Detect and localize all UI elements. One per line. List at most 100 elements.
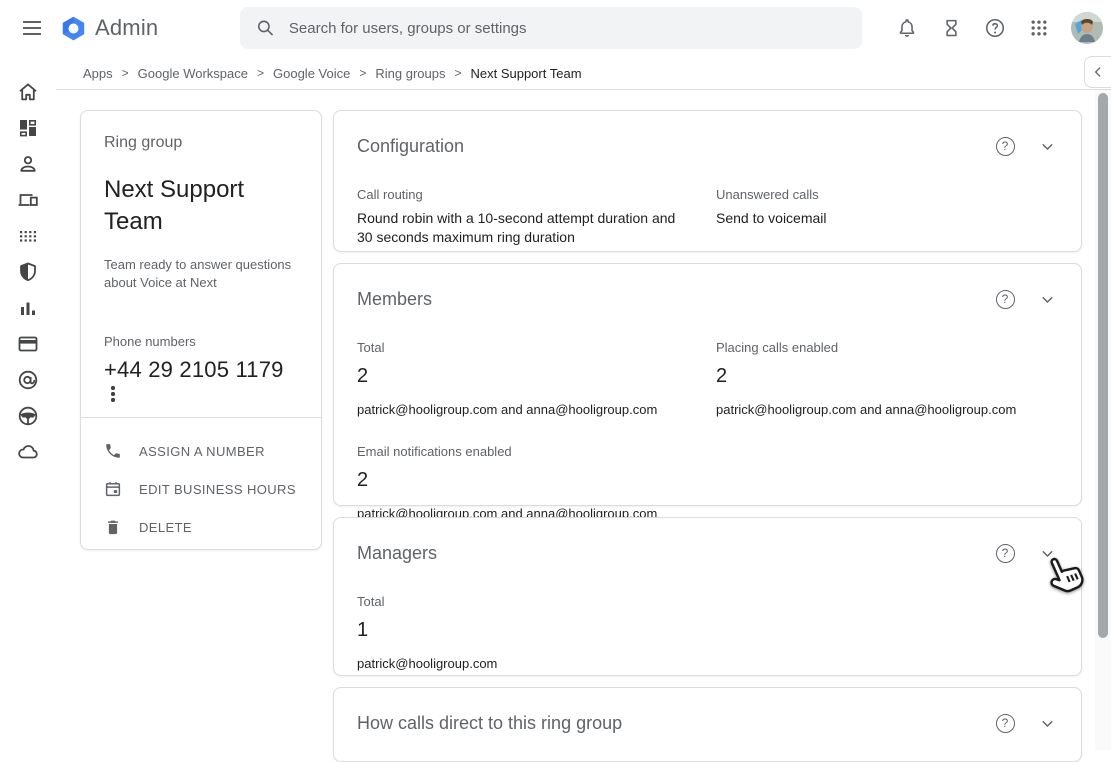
field-label: Total (357, 339, 716, 356)
field-placing-calls-enabled: Placing calls enabled 2 patrick@hooligro… (716, 339, 1058, 417)
managers-card-title: Managers (357, 543, 991, 564)
phone-icon (104, 442, 122, 460)
kebab-dot (111, 386, 114, 389)
apps-dots-icon (16, 224, 40, 248)
phone-number-value: +44 29 2105 1179 (104, 357, 298, 383)
bar-chart-icon (16, 296, 40, 320)
hamburger-icon (23, 21, 41, 35)
notifications-button[interactable] (889, 10, 925, 46)
steering-wheel-icon (16, 404, 40, 428)
field-detail: patrick@hooligroup.com (357, 656, 716, 671)
left-nav-rail (0, 56, 56, 750)
field-value: Send to voicemail (716, 209, 1046, 228)
trash-icon (104, 518, 122, 536)
members-card-title: Members (357, 289, 991, 310)
dashboard-icon (16, 116, 40, 140)
sidebar-item-devices[interactable] (8, 182, 48, 218)
scrollbar-thumb[interactable] (1098, 93, 1108, 638)
chevron-down-icon (1039, 138, 1056, 155)
global-search-bar[interactable] (240, 7, 862, 49)
calendar-icon (104, 480, 122, 498)
field-unanswered-calls: Unanswered calls Send to voicemail (716, 186, 1058, 247)
bell-icon (896, 17, 918, 39)
delete-button[interactable]: DELETE (104, 508, 298, 546)
sidebar-item-dashboard[interactable] (8, 110, 48, 146)
scrollbar-track[interactable] (1095, 90, 1111, 750)
ring-group-actions: ASSIGN A NUMBER EDIT BUSINESS HOURS DELE… (81, 417, 321, 546)
top-app-bar: Admin (0, 0, 1111, 56)
help-icon: ? (996, 544, 1015, 563)
google-apps-launcher-button[interactable] (1021, 10, 1057, 46)
breadcrumb-item-apps[interactable]: Apps (83, 66, 113, 81)
devices-icon (16, 188, 40, 212)
home-icon (16, 80, 40, 104)
members-collapse-button[interactable] (1033, 285, 1061, 313)
help-icon: ? (996, 137, 1015, 156)
field-count: 2 (716, 365, 1058, 388)
google-admin-logo-icon (60, 15, 87, 42)
chevron-down-icon (1039, 291, 1056, 308)
phone-number-more-options-button[interactable] (105, 385, 121, 403)
field-label: Unanswered calls (716, 186, 1058, 203)
search-icon (256, 18, 275, 38)
field-label: Placing calls enabled (716, 339, 1058, 356)
members-help-button[interactable]: ? (991, 285, 1019, 313)
field-call-routing: Call routing Round robin with a 10-secon… (357, 186, 716, 247)
help-icon: ? (996, 290, 1015, 309)
search-input[interactable] (289, 20, 846, 37)
sidebar-item-directory[interactable] (8, 146, 48, 182)
managers-help-button[interactable]: ? (991, 539, 1019, 567)
ring-group-description: Team ready to answer questions about Voi… (104, 256, 298, 292)
sidebar-item-security[interactable] (8, 254, 48, 290)
edit-business-hours-button[interactable]: EDIT BUSINESS HOURS (104, 470, 298, 508)
field-label: Email notifications enabled (357, 443, 716, 460)
collapse-panel-button[interactable] (1084, 56, 1111, 88)
apps-grid-icon (1029, 18, 1049, 38)
assign-number-button[interactable]: ASSIGN A NUMBER (104, 432, 298, 470)
ring-group-summary-card: Ring group Next Support Team Team ready … (80, 110, 322, 550)
sidebar-item-reporting[interactable] (8, 290, 48, 326)
sidebar-item-home[interactable] (8, 74, 48, 110)
breadcrumb-separator: > (257, 66, 264, 80)
edit-business-hours-label: EDIT BUSINESS HOURS (139, 482, 296, 497)
header-divider (56, 89, 1111, 90)
configuration-collapse-button[interactable] (1033, 132, 1061, 160)
managers-collapse-button[interactable] (1033, 539, 1061, 567)
breadcrumb-separator: > (359, 66, 366, 80)
at-sign-icon (16, 368, 40, 392)
configuration-card-title: Configuration (357, 136, 991, 157)
field-detail: patrick@hooligroup.com and anna@hooligro… (716, 402, 1058, 417)
phone-numbers-label: Phone numbers (104, 334, 298, 349)
field-value: Round robin with a 10-second attempt dur… (357, 209, 687, 247)
security-shield-icon (16, 260, 40, 284)
field-managers-total: Total 1 patrick@hooligroup.com (357, 593, 716, 671)
configuration-help-button[interactable]: ? (991, 132, 1019, 160)
hamburger-menu-button[interactable] (8, 4, 56, 52)
sidebar-item-storage[interactable] (8, 434, 48, 470)
configuration-card: Configuration ? Call routing Round robin… (333, 110, 1082, 252)
billing-card-icon (16, 332, 40, 356)
breadcrumb-item-google-workspace[interactable]: Google Workspace (138, 66, 248, 81)
sidebar-item-rules[interactable] (8, 398, 48, 434)
sidebar-item-billing[interactable] (8, 326, 48, 362)
field-members-total: Total 2 patrick@hooligroup.com and anna@… (357, 339, 716, 417)
chevron-left-icon (1091, 65, 1105, 79)
breadcrumb-item-google-voice[interactable]: Google Voice (273, 66, 350, 81)
how-calls-help-button[interactable]: ? (991, 709, 1019, 737)
sidebar-item-apps[interactable] (8, 218, 48, 254)
chevron-down-icon (1039, 545, 1056, 562)
delete-label: DELETE (139, 520, 192, 535)
how-calls-direct-card: How calls direct to this ring group ? (333, 687, 1082, 762)
breadcrumb-item-ring-groups[interactable]: Ring groups (375, 66, 445, 81)
user-avatar[interactable] (1071, 12, 1103, 44)
how-calls-collapse-button[interactable] (1033, 709, 1061, 737)
breadcrumb-current-page: Next Support Team (470, 66, 581, 81)
sidebar-item-account[interactable] (8, 362, 48, 398)
assign-number-label: ASSIGN A NUMBER (139, 444, 265, 459)
pending-tasks-button[interactable] (933, 10, 969, 46)
field-label: Total (357, 593, 716, 610)
managers-card: Managers ? Total 1 patrick@hooligroup.co… (333, 517, 1082, 676)
help-button[interactable] (977, 10, 1013, 46)
cloud-icon (16, 440, 40, 464)
help-icon: ? (996, 714, 1015, 733)
